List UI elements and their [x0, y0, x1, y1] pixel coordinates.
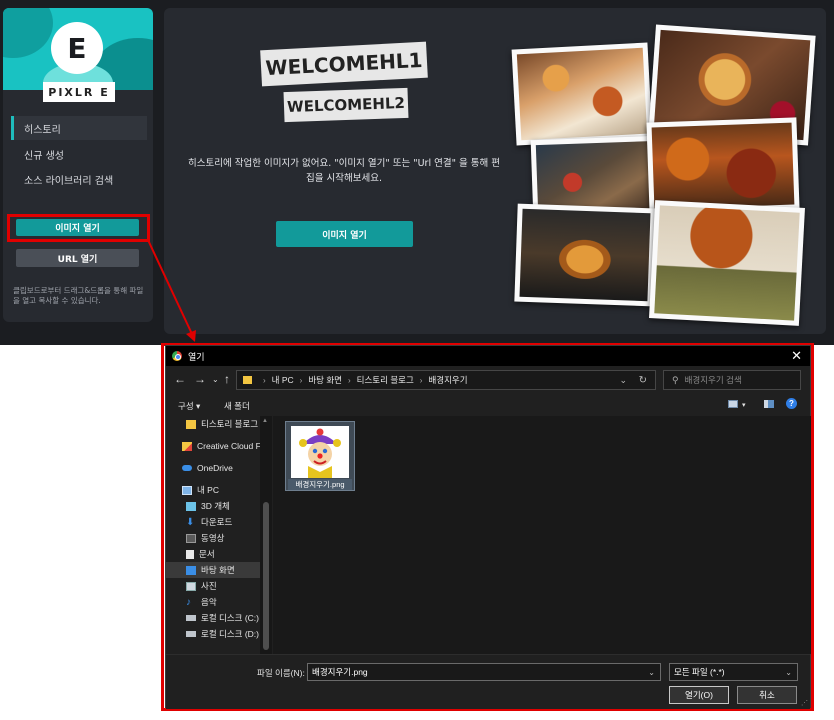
chevron-down-icon[interactable]: ⌄ [648, 668, 655, 677]
file-name: 배경지우기.png [288, 479, 352, 490]
cancel-button[interactable]: 취소 [737, 686, 797, 704]
breadcrumb-item[interactable]: 내 PC [272, 374, 294, 386]
chrome-icon [172, 351, 182, 361]
open-file-dialog: 열기 ✕ ← → ⌄ ↑ › 내 PC › 바탕 화면 › 티스토리 블로그 ›… [165, 345, 811, 709]
tree-item-local-disk-c[interactable]: 로컬 디스크 (C:) [166, 610, 260, 626]
document-icon [186, 549, 194, 559]
open-button[interactable]: 열기(O) [669, 686, 729, 704]
filetype-select[interactable]: 모든 파일 (*.*) ⌄ [669, 663, 798, 681]
cube-icon [186, 501, 196, 511]
file-thumbnail [291, 426, 349, 478]
breadcrumb-item[interactable]: 배경지우기 [428, 374, 467, 386]
folder-icon [243, 376, 252, 384]
filename-input[interactable]: 배경지우기.png ⌄ [307, 663, 661, 681]
tree-item-3d-objects[interactable]: 3D 개체 [166, 498, 260, 514]
search-input[interactable]: ⚲ 배경지우기 검색 [663, 370, 801, 390]
download-icon: ⬇ [186, 516, 195, 528]
organize-button[interactable]: 구성 ▾ [178, 400, 200, 412]
chevron-down-icon[interactable]: ⌄ [619, 375, 627, 386]
close-icon[interactable]: ✕ [791, 348, 802, 364]
scroll-thumb[interactable] [263, 502, 269, 650]
dialog-title: 열기 [188, 351, 205, 362]
preview-pane-icon[interactable] [764, 400, 774, 408]
view-options-icon[interactable] [728, 400, 738, 408]
refresh-icon[interactable]: ↻ [639, 375, 647, 386]
dialog-footer: 파일 이름(N): 배경지우기.png ⌄ 모든 파일 (*.*) ⌄ 열기(O… [166, 654, 810, 709]
search-icon: ⚲ [672, 374, 679, 385]
onedrive-icon [182, 465, 192, 471]
back-arrow-icon[interactable]: ← [174, 372, 186, 386]
tree-item-local-disk-d[interactable]: 로컬 디스크 (D:) [166, 626, 260, 642]
recent-locations-chevron-icon[interactable]: ⌄ [212, 375, 219, 384]
disk-icon [186, 615, 196, 621]
resize-grip-icon[interactable]: ⋰ [801, 699, 808, 707]
forward-arrow-icon[interactable]: → [194, 372, 206, 386]
folder-icon [186, 419, 196, 429]
address-row: ← → ⌄ ↑ › 내 PC › 바탕 화면 › 티스토리 블로그 › 배경지우… [166, 368, 810, 392]
up-arrow-icon[interactable]: ↑ [224, 372, 230, 386]
breadcrumb-item[interactable]: 티스토리 블로그 [357, 374, 414, 386]
address-bar[interactable]: › 내 PC › 바탕 화면 › 티스토리 블로그 › 배경지우기 ⌄ ↻ [236, 370, 656, 390]
tree-item-music[interactable]: ♪ 음악 [166, 594, 260, 610]
filename-value: 배경지우기.png [312, 667, 368, 677]
file-list: 배경지우기.png [273, 416, 811, 654]
command-bar: 구성 ▾ 새 폴더 ▾ ? [166, 394, 810, 416]
tree-item-my-pc[interactable]: 내 PC [166, 482, 260, 498]
tree-item-videos[interactable]: 동영상 [166, 530, 260, 546]
disk-icon [186, 631, 196, 637]
breadcrumb-item[interactable]: 바탕 화면 [308, 374, 342, 386]
file-item[interactable]: 배경지우기.png [285, 421, 355, 491]
chevron-down-icon[interactable]: ▾ [742, 401, 746, 409]
filetype-value: 모든 파일 (*.*) [674, 667, 725, 677]
tree-item-creative-cloud[interactable]: Creative Cloud Fil [166, 438, 260, 454]
tree-item-onedrive[interactable]: OneDrive [166, 460, 260, 476]
tree-item-documents[interactable]: 문서 [166, 546, 260, 562]
tree-item-downloads[interactable]: ⬇ 다운로드 [166, 514, 260, 530]
search-placeholder: 배경지우기 검색 [684, 375, 742, 385]
tree-item-desktop[interactable]: 바탕 화면 [166, 562, 260, 578]
filename-label: 파일 이름(N): [257, 668, 305, 678]
tree-item-tistory-blog[interactable]: 티스토리 블로그 [166, 416, 260, 432]
desktop-icon [186, 565, 196, 575]
video-icon [186, 533, 196, 543]
help-icon[interactable]: ? [786, 398, 797, 409]
tree-item-pictures[interactable]: 사진 [166, 578, 260, 594]
music-icon: ♪ [186, 596, 191, 608]
picture-icon [186, 581, 196, 591]
scroll-up-icon[interactable]: ▲ [262, 418, 268, 424]
dialog-title-bar: 열기 ✕ [166, 346, 810, 366]
pc-icon [182, 485, 192, 495]
creative-cloud-icon [182, 441, 192, 451]
navigation-pane: 티스토리 블로그 Creative Cloud Fil OneDrive 내 P… [166, 416, 273, 654]
chevron-down-icon: ⌄ [785, 667, 792, 677]
new-folder-button[interactable]: 새 폴더 [224, 400, 250, 412]
